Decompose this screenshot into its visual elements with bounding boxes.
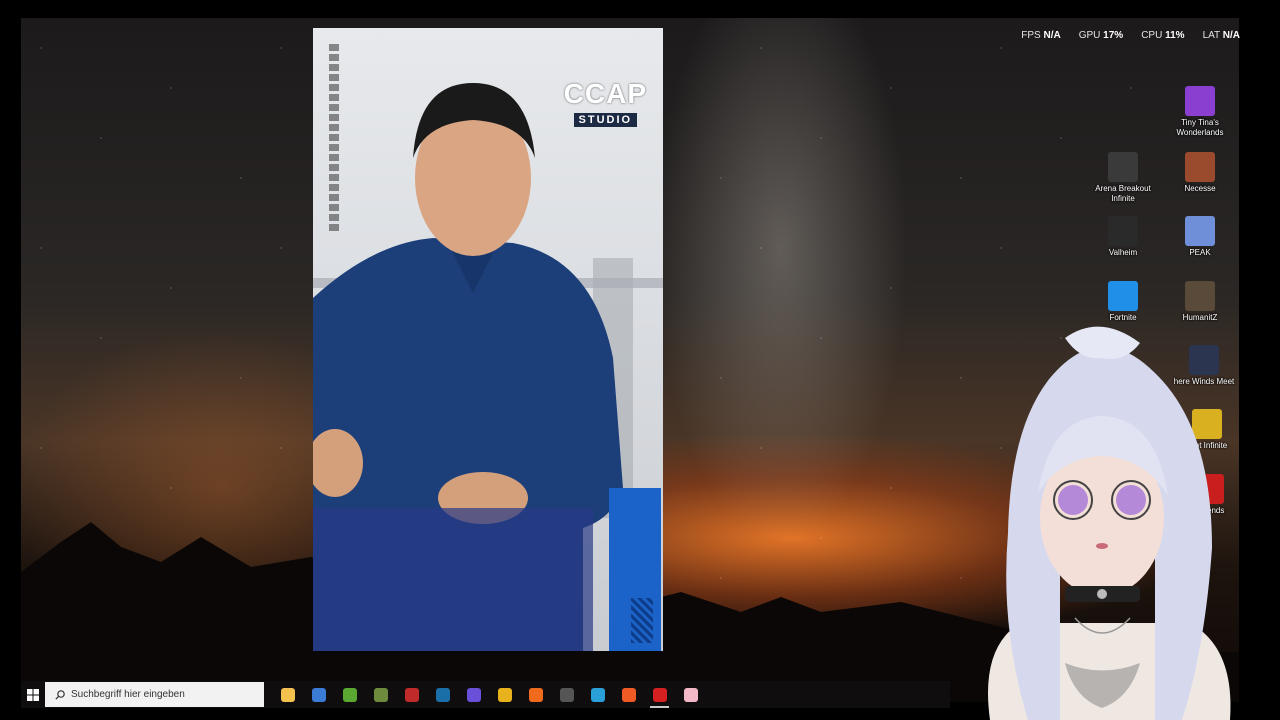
search-icon xyxy=(55,689,65,700)
desktop-icon-valheim[interactable]: Valheim xyxy=(1086,216,1160,258)
ccap-studio-logo: CCAP STUDIO xyxy=(563,78,647,127)
gpu-stat: GPU 17% xyxy=(1078,30,1124,41)
steam-icon xyxy=(435,687,450,702)
taskbar-app-vtube-studio[interactable] xyxy=(675,681,706,708)
taskbar-app-app-launcher[interactable] xyxy=(582,681,613,708)
arena-breakout-infinite-icon xyxy=(1108,152,1138,182)
minecraft-launcher-icon xyxy=(373,687,388,702)
microsoft-store-icon xyxy=(311,687,326,702)
desktop-icon-fortnite[interactable]: Fortnite xyxy=(1086,281,1160,323)
desktop-icon-humanitz[interactable]: HumanitZ xyxy=(1163,281,1237,323)
desktop-icon-arena-breakout[interactable]: Arena Breakout Infinite xyxy=(1086,152,1160,203)
latency-stat: LAT N/A xyxy=(1202,30,1240,41)
taskbar-app-chrome[interactable] xyxy=(489,681,520,708)
taskbar-app-file-explorer[interactable] xyxy=(272,681,303,708)
pc-case-vent xyxy=(631,598,653,643)
file-explorer-icon xyxy=(280,687,295,702)
taskbar-app-steam[interactable] xyxy=(427,681,458,708)
taskbar-app-discord[interactable] xyxy=(458,681,489,708)
vtube-studio-icon xyxy=(683,687,698,702)
discord-icon xyxy=(466,687,481,702)
humanitz-icon xyxy=(1185,281,1215,311)
taskbar-pinned-apps xyxy=(272,681,706,708)
performance-overlay: FPS N/A GPU 17% CPU 11% LAT N/A xyxy=(1021,30,1240,41)
tiny-tinas-wonderlands-icon xyxy=(1185,86,1215,116)
taskbar-app-opera[interactable] xyxy=(644,681,675,708)
taskbar-app-xbox-app[interactable] xyxy=(334,681,365,708)
video-player[interactable]: CCAP STUDIO xyxy=(313,28,663,651)
app-launcher-icon xyxy=(590,687,605,702)
chrome-icon xyxy=(497,687,512,702)
game-launcher-icon xyxy=(404,687,419,702)
opera-icon xyxy=(652,687,667,702)
firefox-icon xyxy=(528,687,543,702)
taskbar-app-brave[interactable] xyxy=(613,681,644,708)
valheim-icon xyxy=(1108,216,1138,246)
taskbar-app-minecraft-launcher[interactable] xyxy=(365,681,396,708)
desktop-icon-tiny-tinas-wonderlands[interactable]: Tiny Tina's Wonderlands xyxy=(1163,86,1237,137)
taskbar-app-firefox[interactable] xyxy=(520,681,551,708)
taskbar-app-obs[interactable] xyxy=(551,681,582,708)
brave-icon xyxy=(621,687,636,702)
taskbar-search-box[interactable]: Suchbegriff hier eingeben xyxy=(45,682,264,707)
taskbar-app-game-launcher[interactable] xyxy=(396,681,427,708)
desktop-icon-necesse[interactable]: Necesse xyxy=(1163,152,1237,194)
obs-icon xyxy=(559,687,574,702)
fortnite-icon xyxy=(1108,281,1138,311)
cpu-stat: CPU 11% xyxy=(1141,30,1185,41)
search-placeholder: Suchbegriff hier eingeben xyxy=(71,689,185,700)
vtuber-avatar xyxy=(988,326,1231,720)
start-button[interactable] xyxy=(21,681,45,708)
taskbar-app-microsoft-store[interactable] xyxy=(303,681,334,708)
taskbar: Suchbegriff hier eingeben xyxy=(21,681,950,708)
peak-icon xyxy=(1185,216,1215,246)
fps-stat: FPS N/A xyxy=(1021,30,1061,41)
desktop-icon-peak[interactable]: PEAK xyxy=(1163,216,1237,258)
necesse-icon xyxy=(1185,152,1215,182)
xbox-app-icon xyxy=(342,687,357,702)
windows-logo-icon xyxy=(27,688,39,701)
